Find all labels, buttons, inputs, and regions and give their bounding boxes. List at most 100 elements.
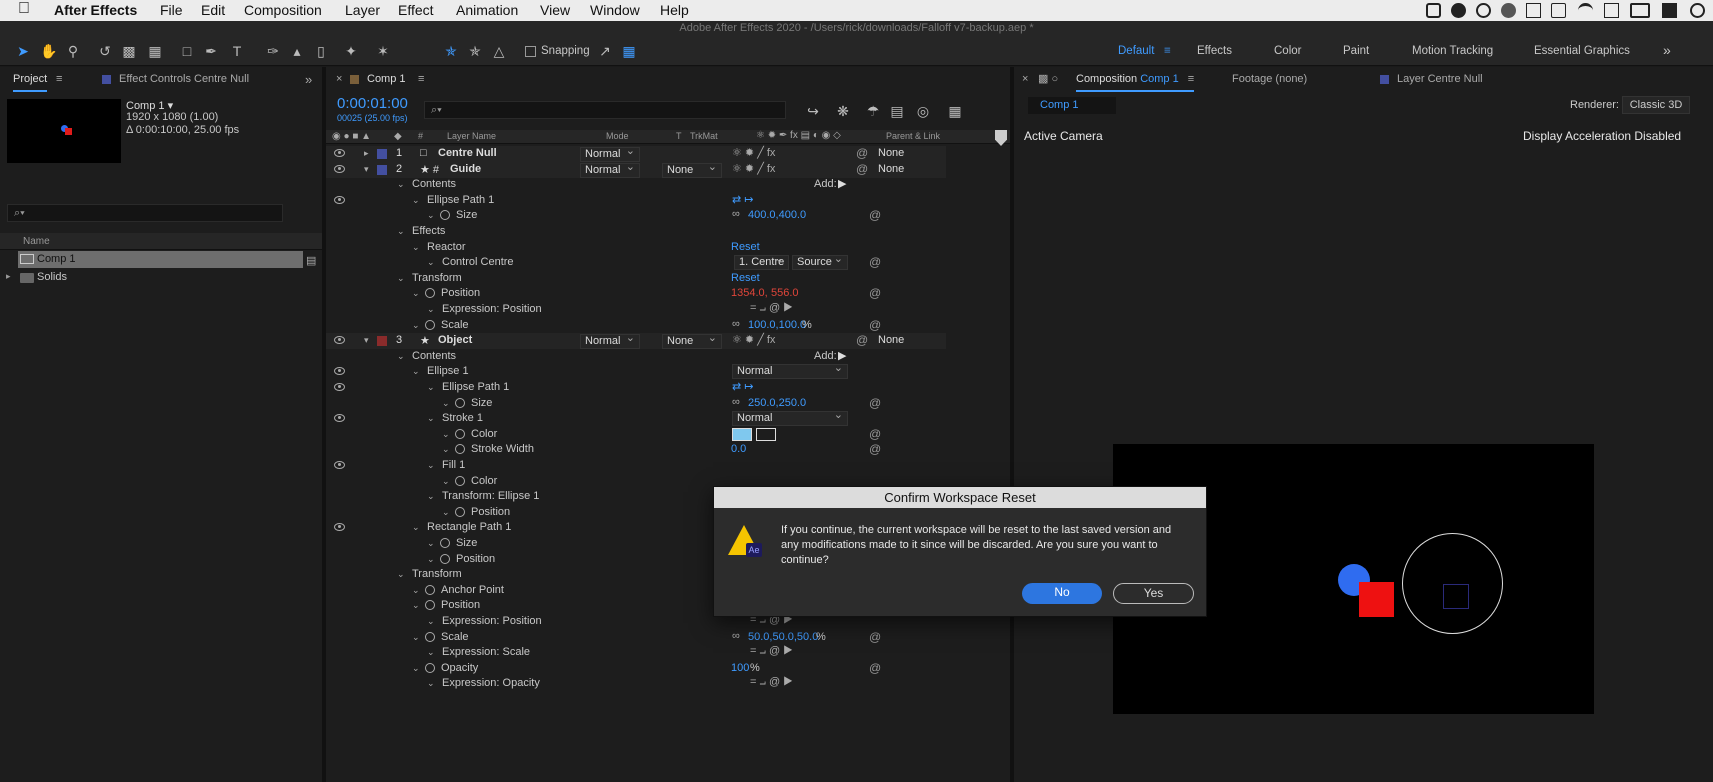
layer-switches[interactable]: ⚛ ✹ ╱ fx [732,146,775,159]
graph-editor-icon[interactable]: ▦ [946,102,964,120]
expand-twirl-icon[interactable]: ⌄ [442,429,450,440]
camera-tool-icon[interactable]: ▩ [120,42,138,60]
expand-twirl-icon[interactable]: ⌄ [397,569,405,580]
shape-blend-mode-select[interactable]: Normal [732,362,848,380]
close-icon[interactable]: × [1022,67,1028,92]
parent-header[interactable]: Parent & Link [886,131,940,141]
expression-controls-icon[interactable]: = ⨼ @ ▶ [750,645,793,658]
rectangle-tool-icon[interactable]: □ [178,42,196,60]
visibility-eye-icon[interactable] [334,383,345,391]
stopwatch-icon[interactable] [425,662,435,673]
property-row[interactable]: ⌄ Fill 1 [326,458,946,474]
expand-twirl-icon[interactable]: ⌄ [427,413,435,424]
workspace-paint[interactable]: Paint [1343,45,1369,57]
project-search-input[interactable]: ⌕▾ [7,204,283,222]
menu-effect[interactable]: Effect [398,2,434,18]
expand-twirl-icon[interactable]: ▾ [364,164,369,175]
property-row[interactable]: ⌄ Size 250.0,250.0 ∞ @ [326,396,946,412]
property-row[interactable]: ⌄ Size 400.0,400.0 ∞ @ [326,208,946,224]
name-column-header[interactable]: Name [23,236,50,247]
puppet-tool-icon[interactable]: ✶ [374,42,392,60]
expand-twirl-icon[interactable]: ⌄ [412,242,420,253]
expand-twirl-icon[interactable]: ⌄ [397,226,405,237]
stopwatch-icon[interactable] [440,538,450,548]
selection-tool-icon[interactable]: ➤ [14,42,32,60]
current-timecode[interactable]: 0:00:01:00 [337,95,408,112]
property-value[interactable]: 1354.0, [731,287,768,299]
expand-twirl-icon[interactable]: ⌄ [397,273,405,284]
snap-options-icon[interactable]: ↗ [596,42,614,60]
stopwatch-icon[interactable] [440,210,450,221]
stopwatch-icon[interactable] [455,397,465,408]
layer-row[interactable]: 3 ▾ ★ Object Normal None ⚛ ✹ ╱ fx @ None [326,332,946,350]
roto-brush-tool-icon[interactable]: ✦ [342,42,360,60]
expand-twirl-icon[interactable]: ⌄ [427,210,435,221]
color-swatch[interactable] [732,427,752,441]
path-direction-icon[interactable]: ⇄ ↦ [732,193,754,206]
yes-button[interactable]: Yes [1113,583,1194,604]
stopwatch-icon[interactable] [425,288,435,299]
wifi-icon[interactable] [1578,3,1593,18]
stopwatch-icon[interactable] [440,553,450,564]
property-row[interactable]: ⌄ Stroke Width 0.0 @ [326,442,946,458]
expand-twirl-icon[interactable]: ⌄ [412,366,420,377]
project-item-comp[interactable]: Comp 1 [18,251,303,268]
pickwhip-icon[interactable]: @ [869,396,881,410]
status-cc-icon[interactable] [1476,3,1491,18]
workspace-effects[interactable]: Effects [1197,45,1232,57]
comp-mini-flowchart-icon[interactable]: ↪ [804,102,822,120]
t-header[interactable]: T [676,131,682,141]
eyedropper-icon[interactable] [756,427,776,441]
add-menu-icon[interactable]: ▶ [838,349,846,362]
feather-icon[interactable]: ▦ [620,42,638,60]
red-square-shape[interactable] [1359,582,1394,617]
expand-twirl-icon[interactable]: ▸ [364,148,369,159]
expand-twirl-icon[interactable]: ⌄ [442,398,450,409]
display-icon[interactable] [1662,3,1677,18]
search-icon[interactable] [1690,3,1705,18]
property-row[interactable]: ⌄ Expression: Opacity = ⨼ @ ▶ [326,676,946,692]
menu-app-name[interactable]: After Effects [54,2,137,18]
expand-twirl-icon[interactable]: ⌄ [427,554,435,565]
visibility-eye-icon[interactable] [334,523,345,532]
expand-twirl-icon[interactable]: ⌄ [427,382,435,393]
expression-controls-icon[interactable]: = ⨼ @ ▶ [750,676,793,689]
menu-view[interactable]: View [540,2,570,18]
expand-twirl-icon[interactable]: ⌄ [427,491,435,502]
reset-link[interactable]: Reset [731,272,760,284]
parent-select[interactable]: None [878,147,904,159]
expand-twirl-icon[interactable]: ⌄ [412,522,420,533]
status-dropbox-icon[interactable] [1501,3,1516,18]
frame-blending-icon[interactable]: ▤ [888,102,906,120]
lock-icon[interactable]: ▩ ○ [1038,67,1058,92]
property-value[interactable]: 250.0,250.0 [748,397,806,409]
visibility-eye-icon[interactable] [334,367,345,376]
constrain-proportions-icon[interactable]: ∞ [732,396,740,408]
visibility-eye-icon[interactable] [334,149,345,157]
pickwhip-icon[interactable]: @ [869,255,881,269]
expand-twirl-icon[interactable]: ⌄ [412,663,420,674]
timeline-tab-menu-icon[interactable]: ≡ [418,67,424,92]
expand-twirl-icon[interactable]: ⌄ [397,179,405,190]
property-row[interactable]: ⌄ Stroke 1 Normal [326,409,946,427]
eraser-tool-icon[interactable]: ▯ [312,42,330,60]
blend-mode-select[interactable]: Normal [580,332,640,350]
zoom-tool-icon[interactable]: ⚲ [64,42,82,60]
path-direction-icon[interactable]: ⇄ ↦ [732,380,754,393]
parent-pickwhip-icon[interactable]: @ [856,333,868,347]
world-axis-icon[interactable]: ✯ [466,42,484,60]
shy-layers-icon[interactable]: ☂ [864,102,882,120]
comp-navigator-button[interactable]: Comp 1 [1028,97,1116,114]
control-centre-source-select[interactable]: Source [792,253,848,271]
property-row[interactable]: ⌄ Effects [326,224,946,240]
property-value[interactable]: 100 [731,662,749,674]
expand-twirl-icon[interactable]: ⌄ [412,600,420,611]
property-value[interactable]: 100.0,100.0 [748,319,806,331]
reset-link[interactable]: Reset [731,241,760,253]
composition-tab-menu-icon[interactable]: ≡ [1188,73,1194,85]
property-row[interactable]: ⌄ Ellipse Path 1 ⇄ ↦ [326,380,946,396]
expand-twirl-icon[interactable]: ⌄ [427,616,435,627]
brush-tool-icon[interactable]: ✑ [264,42,282,60]
mode-header[interactable]: Mode [606,131,629,141]
add-menu-icon[interactable]: ▶ [838,177,846,190]
